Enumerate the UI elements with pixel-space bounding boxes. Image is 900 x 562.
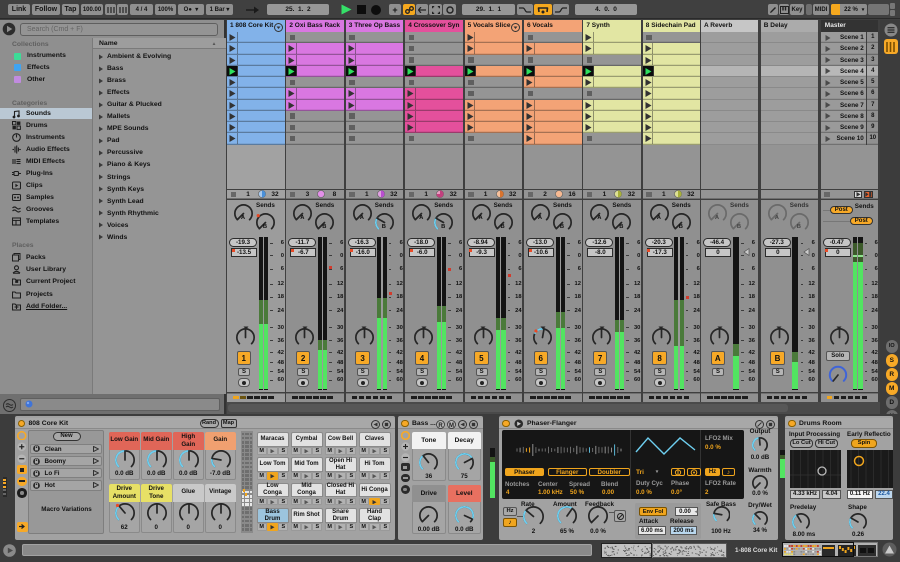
svg-text:R: R: [438, 422, 443, 428]
svg-text:M: M: [449, 422, 454, 428]
